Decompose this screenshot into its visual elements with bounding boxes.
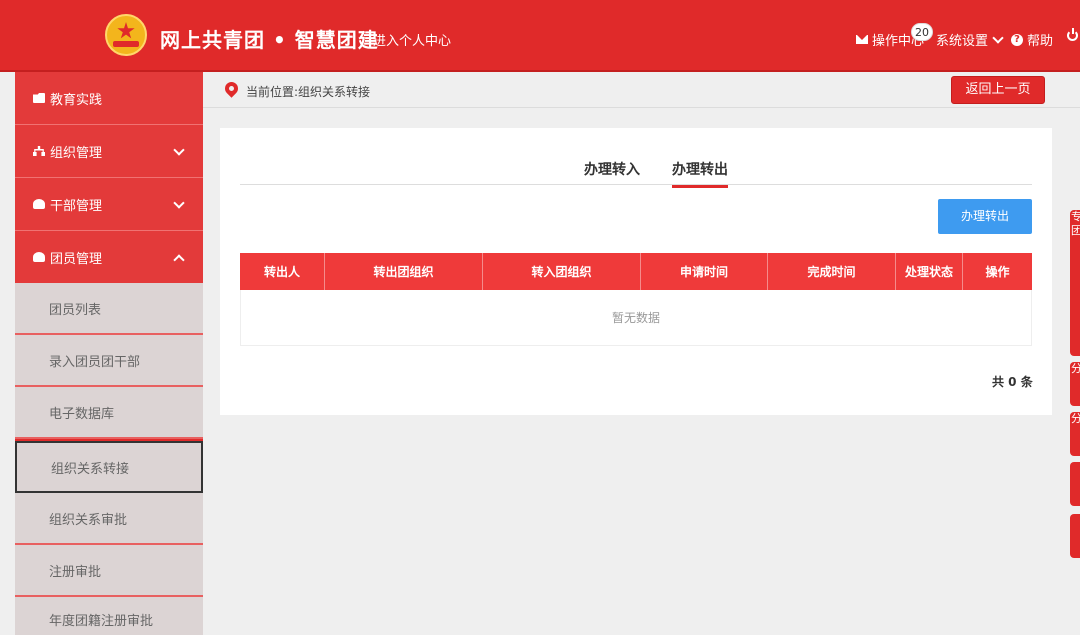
sidebar-subitem-org-transfer[interactable]: 组织关系转接 <box>15 441 203 493</box>
logout-button[interactable] <box>1067 28 1078 41</box>
sidebar-subitem-org-approval[interactable]: 组织关系审批 <box>15 493 203 545</box>
column-header[interactable]: 转入团组织 <box>483 253 641 290</box>
sidebar-subitem-annual-registration[interactable]: 年度团籍注册审批 <box>15 597 203 635</box>
sitemap-icon <box>33 146 45 156</box>
help-label: 帮助 <box>1027 34 1054 49</box>
ops-count-badge: 20 <box>911 23 933 41</box>
column-header[interactable]: 操作 <box>963 253 1032 290</box>
site-title: 网上共青团 • 智慧团建 <box>160 28 379 52</box>
mail-icon <box>856 35 868 44</box>
location-pin-icon <box>222 79 241 98</box>
users-icon <box>33 252 45 262</box>
top-header: 网上共青团 • 智慧团建 进入个人中心 操作中心 20 系统设置 ? 帮助 <box>0 0 1080 72</box>
table-header: 转出人 转出团组织 转入团组织 申请时间 完成时间 处理状态 操作 <box>240 253 1032 290</box>
column-header[interactable]: 转出团组织 <box>325 253 483 290</box>
sidebar-item-org-management[interactable]: 组织管理 <box>15 125 203 178</box>
personal-center-link[interactable]: 进入个人中心 <box>373 30 451 49</box>
right-float-tab[interactable] <box>1070 514 1080 558</box>
back-button[interactable]: 返回上一页 <box>951 76 1045 104</box>
sidebar-item-label: 组织管理 <box>50 145 103 161</box>
right-float-tab[interactable] <box>1070 462 1080 506</box>
table-empty-message: 暂无数据 <box>240 290 1032 346</box>
folder-icon <box>33 93 45 103</box>
transfer-out-button[interactable]: 办理转出 <box>938 199 1032 234</box>
chevron-down-icon <box>173 144 185 156</box>
right-float-tab[interactable]: 分 <box>1070 362 1080 406</box>
tab-transfer-out[interactable]: 办理转出 <box>672 159 728 188</box>
sidebar-subitem-member-list[interactable]: 团员列表 <box>15 283 203 335</box>
total-count: 共 0 条 <box>992 375 1033 389</box>
users-icon <box>33 199 45 209</box>
sidebar-subitem-e-database[interactable]: 电子数据库 <box>15 387 203 439</box>
sidebar-item-label: 教育实践 <box>50 92 103 108</box>
system-settings-menu[interactable]: 系统设置 <box>936 30 1004 49</box>
sidebar: 教育实践 组织管理 干部管理 团员管理 团员列表 录入团员团干部 电子数据库 组… <box>15 72 203 635</box>
content-card: 办理转入 办理转出 办理转出 转出人 转出团组织 转入团组织 申请时间 完成时间… <box>220 128 1052 415</box>
right-float-tab[interactable]: 专团 <box>1070 210 1080 356</box>
sidebar-item-member-management[interactable]: 团员管理 <box>15 231 203 283</box>
sidebar-subitem-registration-approval[interactable]: 注册审批 <box>15 545 203 597</box>
tab-transfer-in[interactable]: 办理转入 <box>584 159 640 179</box>
help-link[interactable]: ? 帮助 <box>1011 30 1053 49</box>
right-float-tab-label: 分 <box>1071 412 1080 425</box>
sidebar-item-label: 干部管理 <box>50 198 103 214</box>
chevron-down-icon <box>173 197 185 209</box>
column-header[interactable]: 处理状态 <box>896 253 963 290</box>
sidebar-subitem-enter-members[interactable]: 录入团员团干部 <box>15 335 203 387</box>
sidebar-item-education[interactable]: 教育实践 <box>15 72 203 125</box>
tab-bar: 办理转入 办理转出 <box>240 151 1032 188</box>
league-logo-icon[interactable] <box>105 14 147 56</box>
chevron-up-icon <box>173 254 185 266</box>
power-icon <box>1067 28 1078 41</box>
question-icon: ? <box>1011 33 1023 46</box>
column-header[interactable]: 转出人 <box>240 253 325 290</box>
breadcrumb-text: 当前位置:组织关系转接 <box>246 85 371 99</box>
right-float-tab[interactable]: 分 <box>1070 412 1080 456</box>
sidebar-item-cadre-management[interactable]: 干部管理 <box>15 178 203 231</box>
system-settings-label: 系统设置 <box>936 34 989 49</box>
right-float-tab-label: 分 <box>1071 362 1080 375</box>
chevron-down-icon <box>992 31 1004 44</box>
column-header[interactable]: 申请时间 <box>641 253 768 290</box>
breadcrumb: 当前位置:组织关系转接 返回上一页 <box>203 72 1080 108</box>
right-float-tab-label: 专团 <box>1071 210 1080 237</box>
sidebar-item-label: 团员管理 <box>50 251 103 267</box>
column-header[interactable]: 完成时间 <box>768 253 896 290</box>
